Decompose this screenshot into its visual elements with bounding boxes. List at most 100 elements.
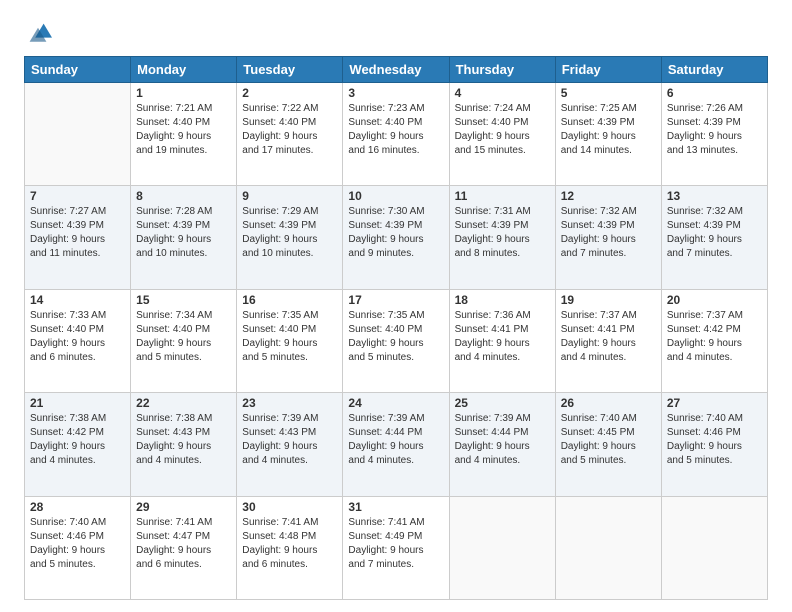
cell-info: Sunrise: 7:26 AMSunset: 4:39 PMDaylight:… — [667, 102, 762, 158]
sunrise-text: Sunrise: 7:41 AM — [242, 516, 337, 530]
week-row-4: 21Sunrise: 7:38 AMSunset: 4:42 PMDayligh… — [25, 393, 768, 496]
daylight-text: Daylight: 9 hours — [136, 130, 231, 144]
calendar-cell: 1Sunrise: 7:21 AMSunset: 4:40 PMDaylight… — [131, 83, 237, 186]
cell-info: Sunrise: 7:34 AMSunset: 4:40 PMDaylight:… — [136, 309, 231, 365]
sunset-text: Sunset: 4:43 PM — [136, 426, 231, 440]
daylight-text: Daylight: 9 hours — [455, 337, 550, 351]
sunset-text: Sunset: 4:41 PM — [455, 323, 550, 337]
cell-info: Sunrise: 7:31 AMSunset: 4:39 PMDaylight:… — [455, 205, 550, 261]
day-number: 8 — [136, 189, 231, 203]
day-number: 9 — [242, 189, 337, 203]
calendar-cell: 27Sunrise: 7:40 AMSunset: 4:46 PMDayligh… — [661, 393, 767, 496]
sunset-text: Sunset: 4:40 PM — [242, 116, 337, 130]
sunrise-text: Sunrise: 7:37 AM — [561, 309, 656, 323]
sunrise-text: Sunrise: 7:35 AM — [242, 309, 337, 323]
daylight-cont-text: and 7 minutes. — [561, 247, 656, 261]
daylight-text: Daylight: 9 hours — [561, 130, 656, 144]
daylight-cont-text: and 4 minutes. — [348, 454, 443, 468]
sunset-text: Sunset: 4:39 PM — [242, 219, 337, 233]
calendar-cell — [661, 496, 767, 599]
day-number: 26 — [561, 396, 656, 410]
sunrise-text: Sunrise: 7:23 AM — [348, 102, 443, 116]
calendar: SundayMondayTuesdayWednesdayThursdayFrid… — [24, 56, 768, 600]
daylight-cont-text: and 5 minutes. — [348, 351, 443, 365]
calendar-cell: 9Sunrise: 7:29 AMSunset: 4:39 PMDaylight… — [237, 186, 343, 289]
cell-info: Sunrise: 7:39 AMSunset: 4:44 PMDaylight:… — [348, 412, 443, 468]
daylight-text: Daylight: 9 hours — [136, 440, 231, 454]
daylight-text: Daylight: 9 hours — [455, 440, 550, 454]
sunset-text: Sunset: 4:40 PM — [136, 116, 231, 130]
week-row-1: 1Sunrise: 7:21 AMSunset: 4:40 PMDaylight… — [25, 83, 768, 186]
calendar-cell: 10Sunrise: 7:30 AMSunset: 4:39 PMDayligh… — [343, 186, 449, 289]
sunrise-text: Sunrise: 7:21 AM — [136, 102, 231, 116]
weekday-header-tuesday: Tuesday — [237, 57, 343, 83]
sunset-text: Sunset: 4:39 PM — [667, 219, 762, 233]
sunrise-text: Sunrise: 7:40 AM — [667, 412, 762, 426]
daylight-cont-text: and 7 minutes. — [667, 247, 762, 261]
day-number: 7 — [30, 189, 125, 203]
day-number: 25 — [455, 396, 550, 410]
calendar-cell: 30Sunrise: 7:41 AMSunset: 4:48 PMDayligh… — [237, 496, 343, 599]
day-number: 18 — [455, 293, 550, 307]
sunset-text: Sunset: 4:39 PM — [561, 219, 656, 233]
calendar-cell: 14 Sunrise: 7:33 AMSunset: 4:40 PMDayligh… — [25, 289, 131, 392]
sunset-text: Sunset: 4:40 PM — [136, 323, 231, 337]
cell-info: Sunrise: 7:40 AMSunset: 4:46 PMDaylight:… — [667, 412, 762, 468]
day-number: 3 — [348, 86, 443, 100]
header-row: SundayMondayTuesdayWednesdayThursdayFrid… — [25, 57, 768, 83]
sunset-text: Sunset: 4:45 PM — [561, 426, 656, 440]
cell-info: Sunrise: 7:33 AMSunset: 4:40 PMDaylight:… — [30, 309, 125, 365]
daylight-text: Daylight: 9 hours — [455, 130, 550, 144]
daylight-cont-text: and 4 minutes. — [455, 351, 550, 365]
calendar-cell: 26 Sunrise: 7:40 AMSunset: 4:45 PMDayligh… — [555, 393, 661, 496]
sunset-text: Sunset: 4:40 PM — [348, 323, 443, 337]
daylight-cont-text: and 4 minutes. — [667, 351, 762, 365]
calendar-cell: 20Sunrise: 7:37 AMSunset: 4:42 PMDayligh… — [661, 289, 767, 392]
daylight-cont-text: and 4 minutes. — [136, 454, 231, 468]
day-number: 21 — [30, 396, 125, 410]
cell-info: Sunrise: 7:28 AMSunset: 4:39 PMDaylight:… — [136, 205, 231, 261]
day-number: 24 — [348, 396, 443, 410]
calendar-cell: 17Sunrise: 7:35 AMSunset: 4:40 PMDayligh… — [343, 289, 449, 392]
calendar-cell — [25, 83, 131, 186]
logo-icon — [24, 18, 52, 46]
sunrise-text: Sunrise: 7:24 AM — [455, 102, 550, 116]
day-number: 30 — [242, 500, 337, 514]
daylight-text: Daylight: 9 hours — [348, 544, 443, 558]
sunrise-text: Sunrise: 7:25 AM — [561, 102, 656, 116]
daylight-text: Daylight: 9 hours — [561, 337, 656, 351]
sunset-text: Sunset: 4:46 PM — [30, 530, 125, 544]
day-number: 23 — [242, 396, 337, 410]
sunset-text: Sunset: 4:46 PM — [667, 426, 762, 440]
weekday-header-thursday: Thursday — [449, 57, 555, 83]
day-number: 14 — [30, 293, 125, 307]
daylight-text: Daylight: 9 hours — [348, 337, 443, 351]
daylight-text: Daylight: 9 hours — [242, 337, 337, 351]
weekday-header-wednesday: Wednesday — [343, 57, 449, 83]
weekday-header-monday: Monday — [131, 57, 237, 83]
daylight-cont-text: and 8 minutes. — [455, 247, 550, 261]
sunrise-text: Sunrise: 7:34 AM — [136, 309, 231, 323]
cell-info: Sunrise: 7:25 AMSunset: 4:39 PMDaylight:… — [561, 102, 656, 158]
day-number: 15 — [136, 293, 231, 307]
cell-info: Sunrise: 7:23 AMSunset: 4:40 PMDaylight:… — [348, 102, 443, 158]
sunrise-text: Sunrise: 7:38 AM — [136, 412, 231, 426]
daylight-text: Daylight: 9 hours — [561, 233, 656, 247]
daylight-text: Daylight: 9 hours — [30, 544, 125, 558]
sunrise-text: Sunrise: 7:29 AM — [242, 205, 337, 219]
cell-info: Sunrise: 7:40 AMSunset: 4:46 PMDaylight:… — [30, 516, 125, 572]
day-number: 17 — [348, 293, 443, 307]
cell-info: Sunrise: 7:22 AMSunset: 4:40 PMDaylight:… — [242, 102, 337, 158]
cell-info: Sunrise: 7:38 AMSunset: 4:43 PMDaylight:… — [136, 412, 231, 468]
daylight-cont-text: and 9 minutes. — [348, 247, 443, 261]
sunset-text: Sunset: 4:39 PM — [667, 116, 762, 130]
sunrise-text: Sunrise: 7:39 AM — [455, 412, 550, 426]
daylight-cont-text: and 4 minutes. — [455, 454, 550, 468]
sunset-text: Sunset: 4:39 PM — [561, 116, 656, 130]
calendar-cell: 21Sunrise: 7:38 AMSunset: 4:42 PMDayligh… — [25, 393, 131, 496]
calendar-cell: 18Sunrise: 7:36 AMSunset: 4:41 PMDayligh… — [449, 289, 555, 392]
calendar-cell: 11Sunrise: 7:31 AMSunset: 4:39 PMDayligh… — [449, 186, 555, 289]
sunset-text: Sunset: 4:42 PM — [667, 323, 762, 337]
sunset-text: Sunset: 4:39 PM — [455, 219, 550, 233]
cell-info: Sunrise: 7:40 AMSunset: 4:45 PMDaylight:… — [561, 412, 656, 468]
